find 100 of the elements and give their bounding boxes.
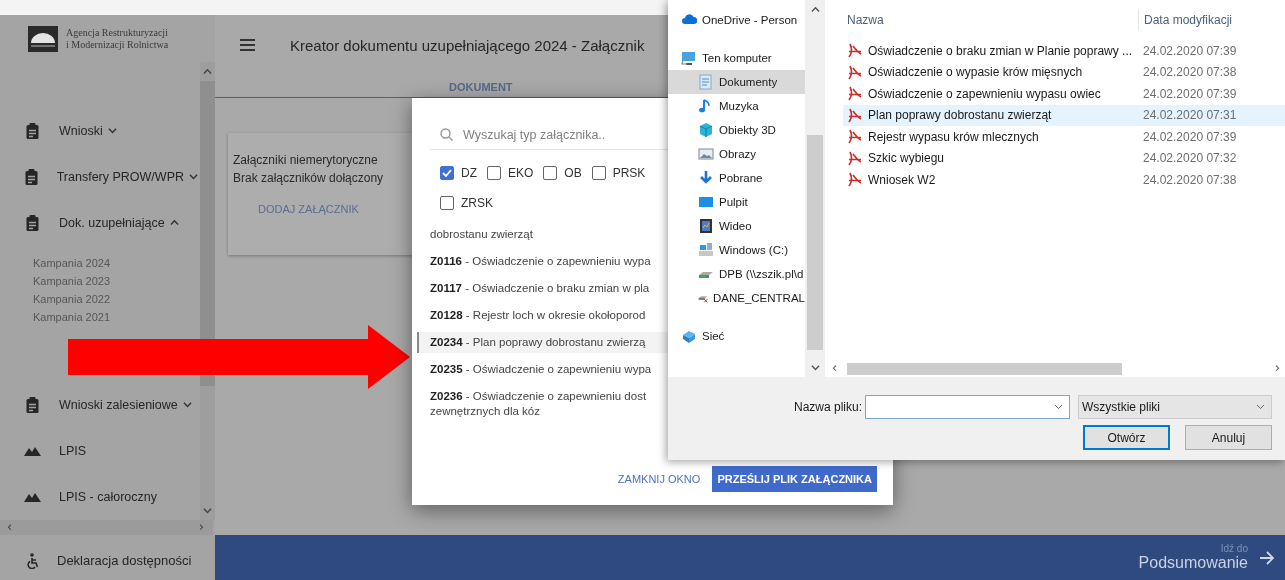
videos-icon [698, 218, 714, 234]
nav-item[interactable]: Windows (C:) [668, 238, 805, 262]
pdf-icon [848, 107, 862, 123]
column-header[interactable]: Data modyfikacji [1138, 9, 1285, 31]
nav-item[interactable]: Dokumenty [668, 70, 805, 94]
pictures-icon [698, 146, 714, 162]
page-title: Kreator dokumentu uzupełniającego 2024 - Załącznik [290, 36, 645, 54]
chevron-right-icon [197, 524, 205, 531]
search-icon [440, 128, 453, 141]
checkbox-label: PRSK [612, 166, 646, 180]
caret-icon [1054, 404, 1063, 410]
horizontal-scrollbar[interactable] [0, 520, 213, 535]
upload-button[interactable]: PRZEŚLIJ PLIK ZAŁĄCZNIKA [712, 466, 877, 492]
checkbox-label: OB [564, 166, 582, 180]
close-button[interactable]: ZAMKNIJ OKNO [611, 466, 707, 492]
filename-field[interactable] [865, 395, 1070, 419]
nav-item[interactable]: Ten komputer [668, 46, 805, 70]
status-text: Brak załączników dołączony [233, 170, 384, 187]
list-item[interactable]: dobrostanu zwierząt [417, 224, 668, 245]
caret-icon [1256, 404, 1265, 410]
downloads-icon [698, 170, 714, 186]
checkbox[interactable] [543, 166, 558, 180]
documents-icon [698, 74, 714, 90]
sidebar-item[interactable]: LPIS [0, 428, 198, 474]
filename-label: Nazwa pliku: [793, 400, 862, 414]
sidebar-item[interactable]: Dok. uzupełniające [0, 200, 198, 246]
search-field[interactable]: Wyszukaj typ załącznika.. [463, 127, 663, 142]
list-item[interactable]: Z0235 - Oświadczenie o zapewnieniu wypa [417, 359, 668, 380]
pdf-icon [848, 172, 862, 188]
checkbox-label: DZ [461, 166, 477, 180]
card-heading: Załączniki niemerytoryczne [233, 152, 378, 169]
clipboard-icon [26, 215, 39, 231]
accessibility-link[interactable]: Deklaracja dostępności [0, 535, 192, 580]
open-button[interactable]: Otwórz [1083, 425, 1170, 450]
file-type-dropdown[interactable]: Wszystkie pliki [1078, 395, 1272, 419]
drive-icon [698, 242, 714, 258]
column-header[interactable]: Nazwa [847, 13, 884, 27]
file-row[interactable]: Oświadczenie o wypasie krów mięsnych 24.02.2020 07:38 [843, 61, 1285, 83]
pdf-icon [848, 86, 862, 102]
nav-item[interactable]: Sieć [668, 324, 805, 348]
list-item[interactable]: Z0236 - Oświadczenie o zapewnieniu dost zewnętrznych dla kóz [417, 386, 668, 422]
nav-item[interactable]: Obiekty 3D [668, 118, 805, 142]
chevron-up-icon [203, 68, 212, 76]
nav-item[interactable]: Obrazy [668, 142, 805, 166]
check-icon [442, 169, 452, 177]
nav-item[interactable]: Muzyka [668, 94, 805, 118]
pdf-icon [848, 43, 862, 59]
checkbox[interactable] [440, 196, 454, 210]
checkbox-label: ZRSK [461, 196, 493, 210]
sidebar-item[interactable]: Transfery PROW/WPR [0, 154, 198, 200]
desktop-icon [698, 194, 714, 210]
sidebar-item[interactable]: LPIS - całoroczny [0, 474, 198, 520]
list-item[interactable]: Z0117 - Oświadczenie o braku zmian w pla [417, 278, 668, 299]
checkbox[interactable] [487, 166, 501, 180]
nav-item[interactable]: Pobrane [668, 166, 805, 190]
pdf-icon [848, 64, 862, 80]
chevron-left-icon [831, 365, 839, 372]
checkbox[interactable] [591, 166, 606, 180]
file-row[interactable]: Rejestr wypasu krów mlecznych 24.02.2020 07:39 [843, 126, 1285, 148]
scrollbar-thumb[interactable] [847, 362, 1122, 375]
pdf-icon [848, 129, 862, 145]
vertical-scrollbar[interactable] [200, 62, 215, 520]
checkbox[interactable] [440, 166, 454, 180]
arrow-right-icon [1260, 550, 1275, 565]
accessibility-icon [27, 552, 39, 569]
checkbox-label: EKO [508, 166, 534, 180]
network-icon [681, 328, 697, 344]
nav-item[interactable]: DPB (\\zszik.pl\d [668, 262, 805, 286]
logo-icon [28, 25, 58, 52]
chevron-up-icon [810, 6, 820, 14]
next-step-link[interactable]: Idź do Podsumowanie [1138, 543, 1275, 572]
sidebar-item[interactable]: Wnioski zalesieniowe [0, 382, 198, 428]
nav-item[interactable]: DANE_CENTRAL [668, 286, 805, 310]
file-row[interactable]: Szkic wybiegu 24.02.2020 07:32 [843, 147, 1285, 169]
list-item[interactable]: Z0116 - Oświadczenie o zapewnieniu wypa [417, 251, 668, 272]
clipboard-icon [26, 397, 39, 413]
chevron-down-icon [810, 363, 820, 371]
chevron-right-icon [1273, 365, 1281, 372]
menu-icon [240, 39, 255, 51]
clipboard-icon [24, 169, 38, 185]
list-item[interactable]: Z0128 - Rejestr loch w okresie okołoporod [417, 305, 668, 326]
sidebar-item[interactable]: Wnioski [0, 108, 198, 154]
nav-item[interactable]: Pulpit [668, 190, 805, 214]
mountain-icon [24, 446, 41, 456]
clipboard-icon [26, 123, 39, 139]
file-row[interactable]: Oświadczenie o zapewnieniu wypasu owiec 24.02.2020 07:39 [843, 83, 1285, 105]
list-item[interactable]: Z0234 - Plan poprawy dobrostanu zwierzą [417, 332, 668, 353]
nav-item[interactable]: Wideo [668, 214, 805, 238]
mountain-icon [24, 492, 41, 502]
pdf-icon [848, 150, 862, 166]
file-row[interactable]: Plan poprawy dobrostanu zwierząt 24.02.2020 07:31 [843, 104, 1285, 126]
file-row[interactable]: Wniosek W2 24.02.2020 07:38 [843, 169, 1285, 191]
logo-text: Agencja Restrukturyzacji i Modernizacji Rolnictwa [66, 26, 169, 51]
cancel-button[interactable]: Anuluj [1185, 425, 1272, 450]
computer-icon [681, 50, 697, 66]
chevron-down-icon [203, 506, 212, 514]
chevron-left-icon [6, 524, 14, 531]
nav-item[interactable]: OneDrive - Person [668, 8, 805, 32]
file-row[interactable]: Oświadczenie o braku zmian w Planie poprawy ... 24.02.2020 07:39 [843, 40, 1285, 62]
scrollbar-thumb[interactable] [807, 135, 823, 351]
